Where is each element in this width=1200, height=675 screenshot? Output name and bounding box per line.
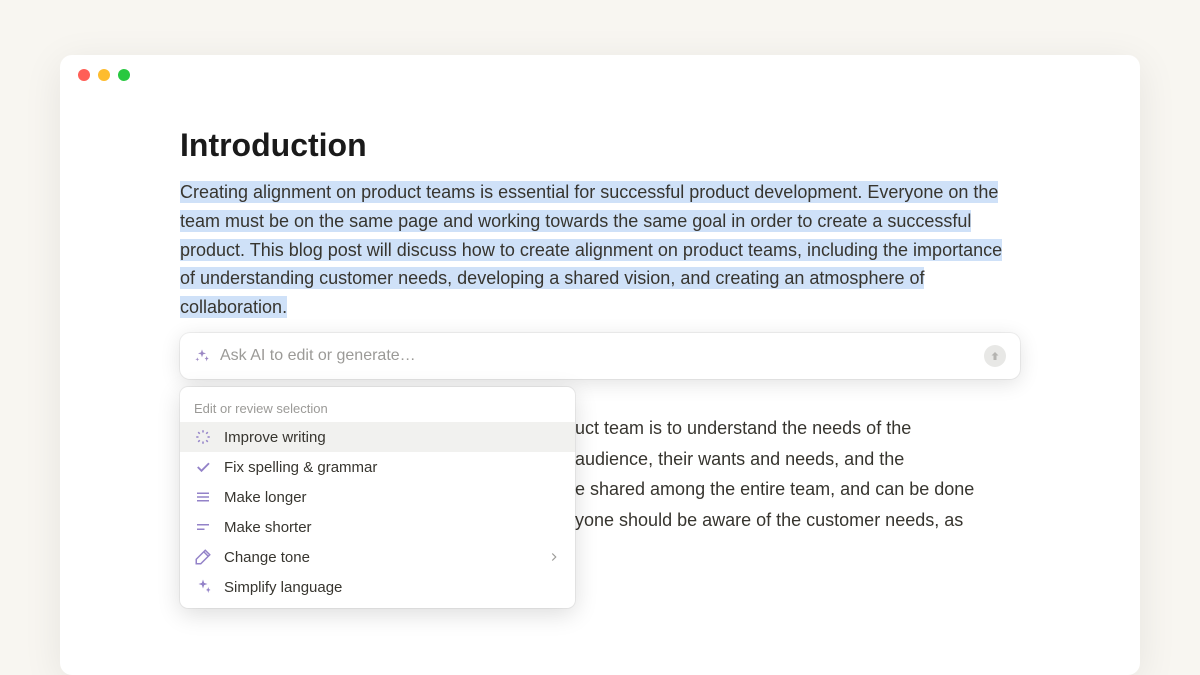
- chevron-right-icon: [547, 550, 561, 564]
- menu-item-label: Make longer: [224, 489, 561, 506]
- ai-prompt-input[interactable]: [220, 347, 974, 365]
- menu-item-fix-spelling[interactable]: Fix spelling & grammar: [180, 452, 575, 482]
- page-heading[interactable]: Introduction: [180, 127, 1020, 164]
- menu-item-improve-writing[interactable]: Improve writing: [180, 422, 575, 452]
- body-line: e shared among the entire team, and can …: [575, 474, 1020, 505]
- menu-item-simplify[interactable]: Simplify language: [180, 572, 575, 602]
- menu-item-change-tone[interactable]: Change tone: [180, 542, 575, 572]
- menu-item-make-shorter[interactable]: Make shorter: [180, 512, 575, 542]
- window-close-button[interactable]: [78, 69, 90, 81]
- menu-item-label: Simplify language: [224, 579, 561, 596]
- body-line: yone should be aware of the customer nee…: [575, 505, 1020, 536]
- menu-item-make-longer[interactable]: Make longer: [180, 482, 575, 512]
- ai-submit-button[interactable]: [984, 345, 1006, 367]
- ai-prompt-bar[interactable]: [180, 333, 1020, 379]
- microphone-icon: [194, 548, 212, 566]
- body-line: uct team is to understand the needs of t…: [575, 413, 1020, 444]
- menu-section-label: Edit or review selection: [180, 393, 575, 422]
- menu-item-label: Fix spelling & grammar: [224, 459, 561, 476]
- window-titlebar: [60, 55, 1140, 95]
- lines-short-icon: [194, 518, 212, 536]
- improve-icon: [194, 428, 212, 446]
- window-maximize-button[interactable]: [118, 69, 130, 81]
- sparkle-icon: [194, 578, 212, 596]
- sparkle-icon: [194, 348, 210, 364]
- menu-item-label: Make shorter: [224, 519, 561, 536]
- check-icon: [194, 458, 212, 476]
- arrow-up-icon: [989, 350, 1001, 362]
- body-line: audience, their wants and needs, and the: [575, 444, 1020, 475]
- ai-action-menu: Edit or review selection Improve writing…: [180, 387, 575, 608]
- lines-long-icon: [194, 488, 212, 506]
- menu-item-label: Improve writing: [224, 429, 561, 446]
- menu-item-label: Change tone: [224, 549, 535, 566]
- app-window: Introduction Creating alignment on produ…: [60, 55, 1140, 675]
- selected-text[interactable]: Creating alignment on product teams is e…: [180, 181, 1002, 318]
- intro-paragraph[interactable]: Creating alignment on product teams is e…: [180, 178, 1020, 322]
- window-minimize-button[interactable]: [98, 69, 110, 81]
